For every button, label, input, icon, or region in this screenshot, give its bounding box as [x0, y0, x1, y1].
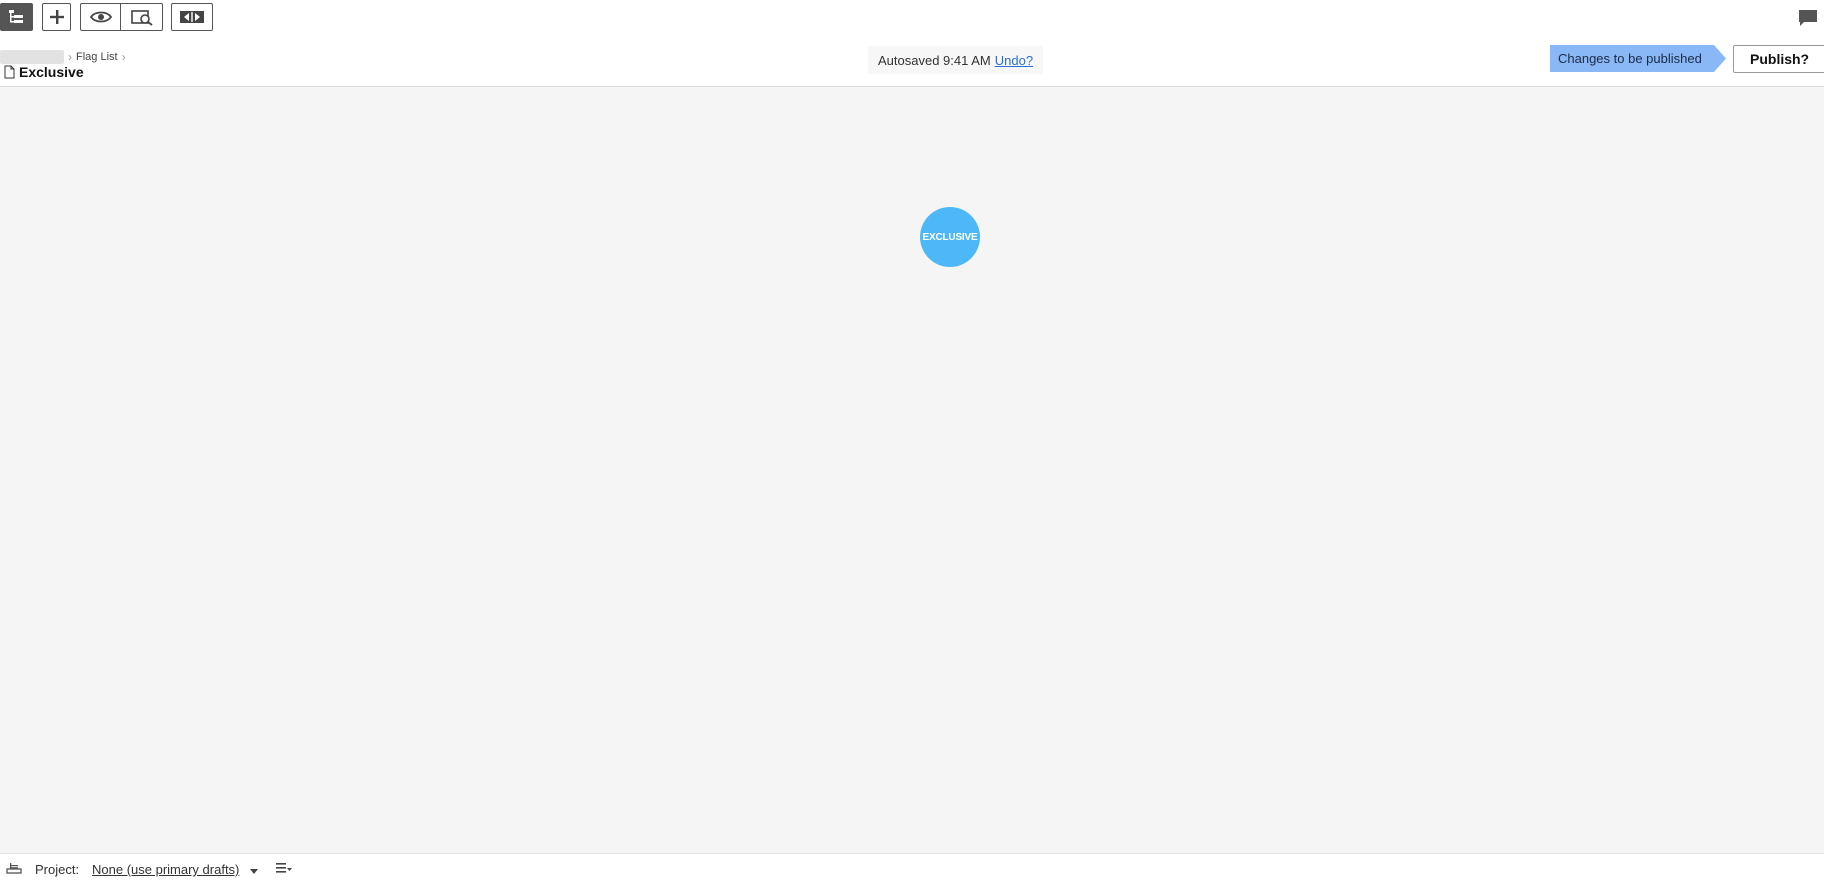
autosave-status: Autosaved 9:41 AM Undo? — [868, 46, 1044, 74]
project-label: Project: — [35, 862, 80, 877]
list-menu-icon[interactable] — [275, 862, 293, 877]
status-badge: Changes to be published — [1550, 45, 1726, 72]
panel-toggle-icon[interactable] — [6, 862, 22, 877]
compare-button[interactable] — [171, 3, 213, 31]
add-button[interactable] — [42, 3, 71, 31]
comments-button[interactable] — [1796, 7, 1820, 29]
tree-view-icon — [8, 10, 23, 23]
breadcrumb-parent[interactable]: Flag List — [76, 51, 118, 63]
plus-icon — [49, 10, 64, 24]
autosave-text: Autosaved 9:41 AM — [878, 52, 991, 68]
project-select[interactable]: None (use primary drafts) — [92, 862, 239, 877]
status-badge-text: Changes to be published — [1558, 51, 1702, 66]
flag-node-exclusive[interactable]: EXCLUSIVE — [920, 207, 980, 267]
chevron-down-icon[interactable] — [249, 863, 259, 878]
flag-canvas: EXCLUSIVE — [0, 87, 1824, 853]
chevron-right-icon: › — [121, 50, 126, 64]
breadcrumb-root-redacted[interactable] — [0, 50, 64, 64]
chevron-right-icon: › — [68, 50, 72, 64]
page-header: › Flag List › Exclusive Autosaved 9:41 A… — [0, 36, 1824, 87]
eye-icon — [89, 11, 112, 23]
undo-link[interactable]: Undo? — [995, 53, 1033, 68]
view-button[interactable] — [80, 3, 121, 31]
compare-arrows-icon — [180, 11, 204, 23]
page-title: Exclusive — [4, 63, 84, 81]
top-toolbar — [0, 0, 1824, 36]
document-icon — [4, 65, 15, 79]
tree-view-button[interactable] — [0, 3, 33, 31]
publish-button[interactable]: Publish? — [1733, 45, 1824, 73]
preview-button[interactable] — [120, 3, 163, 31]
preview-search-icon — [130, 10, 153, 26]
page-title-text: Exclusive — [19, 64, 84, 80]
comment-icon — [1799, 10, 1817, 26]
footer-bar: Project: None (use primary drafts) — [0, 853, 1824, 882]
